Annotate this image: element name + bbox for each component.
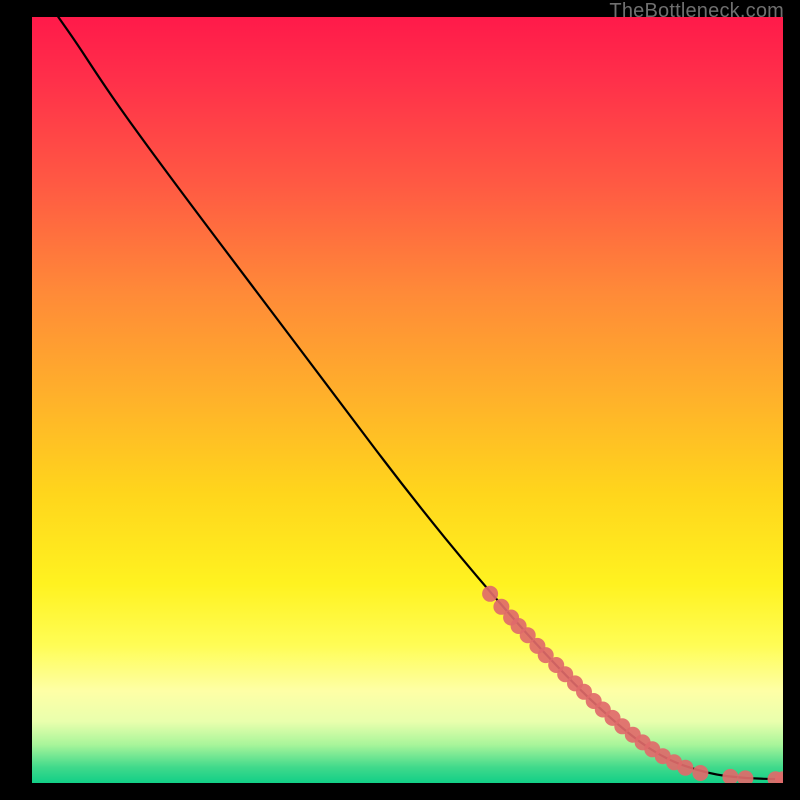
scatter-dots — [482, 586, 783, 783]
watermark-text: TheBottleneck.com — [609, 0, 784, 23]
chart-stage: TheBottleneck.com — [0, 0, 800, 800]
scatter-dot — [722, 769, 738, 783]
plot-area — [32, 17, 783, 783]
scatter-dot — [482, 586, 498, 602]
main-curve — [58, 17, 783, 779]
scatter-dot — [737, 770, 753, 783]
chart-svg — [32, 17, 783, 783]
scatter-dot — [677, 760, 693, 776]
scatter-dot — [692, 765, 708, 781]
